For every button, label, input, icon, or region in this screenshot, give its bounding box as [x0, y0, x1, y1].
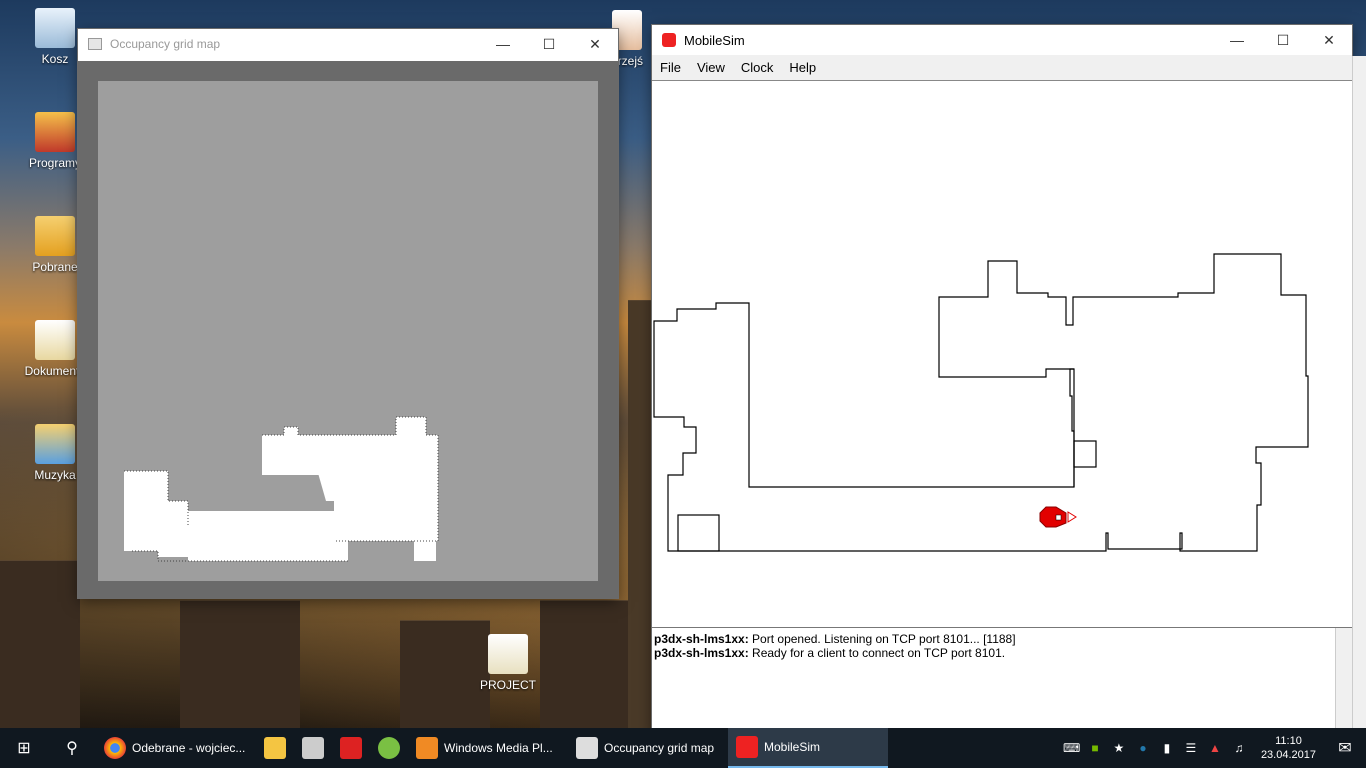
occupancy-grid-explored-area	[124, 416, 439, 562]
calendar-app-icon	[302, 737, 324, 759]
taskbar: ⊞ ⚲ Odebrane - wojciec... Windows Media …	[0, 728, 1366, 768]
system-tray: ⌨ ■ ★ ● ▮ ☰ ▲ ♫ 11:10 23.04.2017 ✉	[1063, 734, 1366, 762]
simulation-map-canvas[interactable]	[652, 81, 1352, 627]
keyboard-icon[interactable]: ⌨	[1063, 741, 1080, 755]
window-icon	[576, 737, 598, 759]
antivirus-icon[interactable]: ●	[1135, 741, 1151, 755]
log-source: p3dx-sh-lms1xx:	[654, 632, 749, 646]
utorrent-icon	[378, 737, 400, 759]
wifi-icon[interactable]: ☰	[1183, 741, 1199, 755]
taskbar-item-label: Odebrane - wojciec...	[132, 741, 246, 755]
wallpaper-building	[0, 560, 80, 730]
file-explorer-icon	[264, 737, 286, 759]
downloads-folder-icon	[35, 216, 75, 256]
menu-view[interactable]: View	[689, 60, 733, 75]
minimize-button[interactable]: —	[1214, 25, 1260, 55]
notification-icon[interactable]: ✉	[1330, 738, 1360, 758]
taskbar-item-flash[interactable]	[332, 728, 370, 768]
log-source: p3dx-sh-lms1xx:	[654, 646, 749, 660]
taskbar-item-mobilesim[interactable]: MobileSim	[728, 728, 888, 768]
clock-time: 11:10	[1275, 735, 1302, 747]
mobilesim-icon	[736, 736, 758, 758]
title-bar[interactable]: MobileSim — ☐ ✕	[652, 25, 1352, 55]
clock[interactable]: 11:10 23.04.2017	[1255, 734, 1322, 762]
maximize-button[interactable]: ☐	[1260, 25, 1306, 55]
battery-icon[interactable]: ▮	[1159, 741, 1175, 755]
volume-icon[interactable]: ♫	[1231, 741, 1247, 755]
desktop-icon-label: PROJECT	[479, 678, 536, 692]
window-icon	[88, 38, 102, 50]
start-button[interactable]: ⊞	[0, 728, 48, 768]
taskbar-item-label: Occupancy grid map	[604, 741, 715, 755]
window-scrollbar[interactable]	[1352, 56, 1366, 736]
mobilesim-icon	[662, 33, 676, 47]
flash-icon	[340, 737, 362, 759]
chrome-icon	[104, 737, 126, 759]
maximize-button[interactable]: ☐	[526, 29, 572, 59]
menu-file[interactable]: File	[652, 60, 689, 75]
close-button[interactable]: ✕	[572, 29, 618, 59]
close-button[interactable]: ✕	[1306, 25, 1352, 55]
nvidia-icon[interactable]: ■	[1087, 741, 1103, 755]
log-panel[interactable]: p3dx-sh-lms1xx: Port opened. Listening o…	[652, 627, 1352, 735]
media-player-icon	[416, 737, 438, 759]
taskbar-item-chrome[interactable]: Odebrane - wojciec...	[96, 728, 256, 768]
map-obstacle	[677, 514, 720, 552]
desktop-icon-project[interactable]: PROJECT	[473, 634, 543, 692]
recycle-bin-icon	[35, 8, 75, 48]
occupancy-grid-map[interactable]	[98, 81, 598, 581]
taskbar-item-utorrent[interactable]	[370, 728, 408, 768]
taskbar-item-label: Windows Media Pl...	[444, 741, 553, 755]
menu-help[interactable]: Help	[781, 60, 824, 75]
wallpaper-tower	[628, 300, 652, 730]
minimize-button[interactable]: —	[480, 29, 526, 59]
simulation-map	[653, 253, 1309, 552]
taskbar-item-label: MobileSim	[764, 740, 821, 754]
taskbar-item-media-player[interactable]: Windows Media Pl...	[408, 728, 568, 768]
robot[interactable]	[1039, 506, 1077, 528]
occupancy-grid-window[interactable]: Occupancy grid map — ☐ ✕	[78, 29, 618, 598]
map-obstacle	[1073, 440, 1097, 468]
bluetooth-icon[interactable]: ★	[1111, 741, 1127, 755]
menu-bar: File View Clock Help	[652, 55, 1352, 81]
mobilesim-window[interactable]: MobileSim — ☐ ✕ File View Clock Help p3d…	[652, 25, 1366, 736]
folder-icon	[488, 634, 528, 674]
taskbar-item-explorer[interactable]	[256, 728, 294, 768]
window-title: MobileSim	[684, 32, 745, 48]
log-line: p3dx-sh-lms1xx: Ready for a client to co…	[654, 646, 1350, 660]
taskbar-item-calendar[interactable]	[294, 728, 332, 768]
map-wall	[653, 253, 1309, 552]
documents-folder-icon	[35, 320, 75, 360]
warning-icon[interactable]: ▲	[1207, 741, 1223, 755]
log-message: Port opened. Listening on TCP port 8101.…	[752, 632, 1016, 646]
window-title: Occupancy grid map	[110, 37, 221, 51]
map-viewport	[78, 61, 618, 598]
search-button[interactable]: ⚲	[48, 728, 96, 768]
folder-icon	[35, 112, 75, 152]
taskbar-item-occupancy-grid[interactable]: Occupancy grid map	[568, 728, 728, 768]
clock-date: 23.04.2017	[1260, 749, 1316, 761]
menu-clock[interactable]: Clock	[733, 60, 782, 75]
log-line: p3dx-sh-lms1xx: Port opened. Listening o…	[654, 632, 1350, 646]
wallpaper-building	[180, 600, 300, 730]
music-folder-icon	[35, 424, 75, 464]
log-message: Ready for a client to connect on TCP por…	[752, 646, 1006, 660]
title-bar[interactable]: Occupancy grid map — ☐ ✕	[78, 29, 618, 59]
log-scrollbar[interactable]	[1335, 628, 1352, 735]
